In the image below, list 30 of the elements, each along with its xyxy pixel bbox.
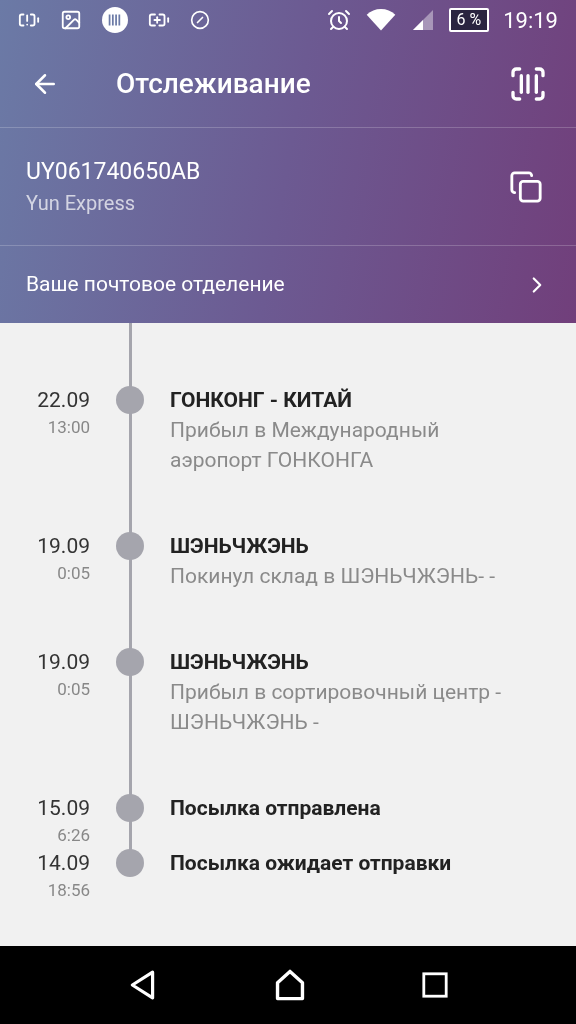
event-date: 19.09 [37, 533, 90, 560]
event-time: 6:26 [57, 824, 90, 847]
event-time: 0:05 [57, 562, 90, 585]
post-office-row[interactable]: Ваше почтовое отделение [0, 246, 576, 323]
event-title: ШЭНЬЧЖЭНЬ [170, 649, 310, 676]
event-description: Покинул склад в ШЭНЬЧЖЭНЬ- - [170, 563, 496, 590]
event-title: ШЭНЬЧЖЭНЬ [170, 533, 310, 560]
image-icon [60, 9, 82, 31]
carrier-name: Yun Express [26, 189, 137, 217]
recents-nav-button[interactable] [421, 971, 449, 999]
event-date: 19.09 [37, 649, 90, 676]
clock: 19:19 [503, 6, 558, 35]
event-title: Посылка отправлена [170, 795, 382, 822]
event-title: Посылка ожидает отправки [170, 850, 453, 877]
event-description: Прибыл в Международный аэропорт ГОНКОНГА [170, 417, 441, 474]
event-date: 15.09 [37, 795, 90, 822]
event-time: 13:00 [47, 416, 90, 439]
tracking-number: UY061740650AB [26, 156, 201, 187]
event-time: 18:56 [47, 879, 90, 902]
event-title: ГОНКОНГ - КИТАЙ [170, 387, 353, 414]
event-date: 14.09 [37, 850, 90, 877]
wifi-icon [364, 7, 397, 33]
event-date: 22.09 [37, 387, 90, 414]
battery-indicator: 6 % [448, 8, 490, 32]
toolbar-title: Отслеживание [116, 65, 311, 102]
barcode-circle-icon [102, 7, 128, 33]
event-time: 0:05 [57, 678, 90, 701]
alarm-icon [326, 8, 351, 32]
event-description: Прибыл в сортировочный центр - ШЭНЬЧЖЭНЬ - [170, 679, 503, 736]
home-nav-button[interactable] [273, 968, 307, 1002]
